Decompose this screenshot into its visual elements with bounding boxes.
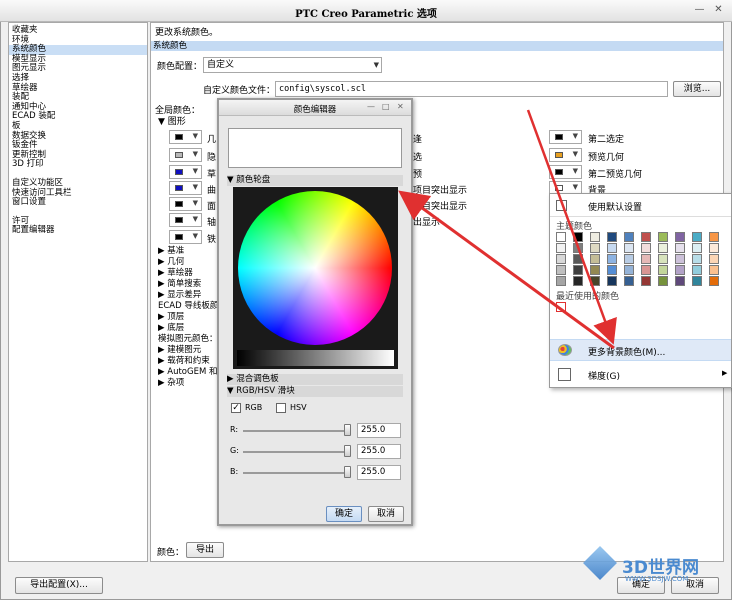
arrow-line xyxy=(398,190,615,350)
annotation-arrows xyxy=(398,109,617,350)
watermark-url: WWW.3DSJW.COM xyxy=(625,575,689,583)
arrow-line xyxy=(526,109,617,345)
